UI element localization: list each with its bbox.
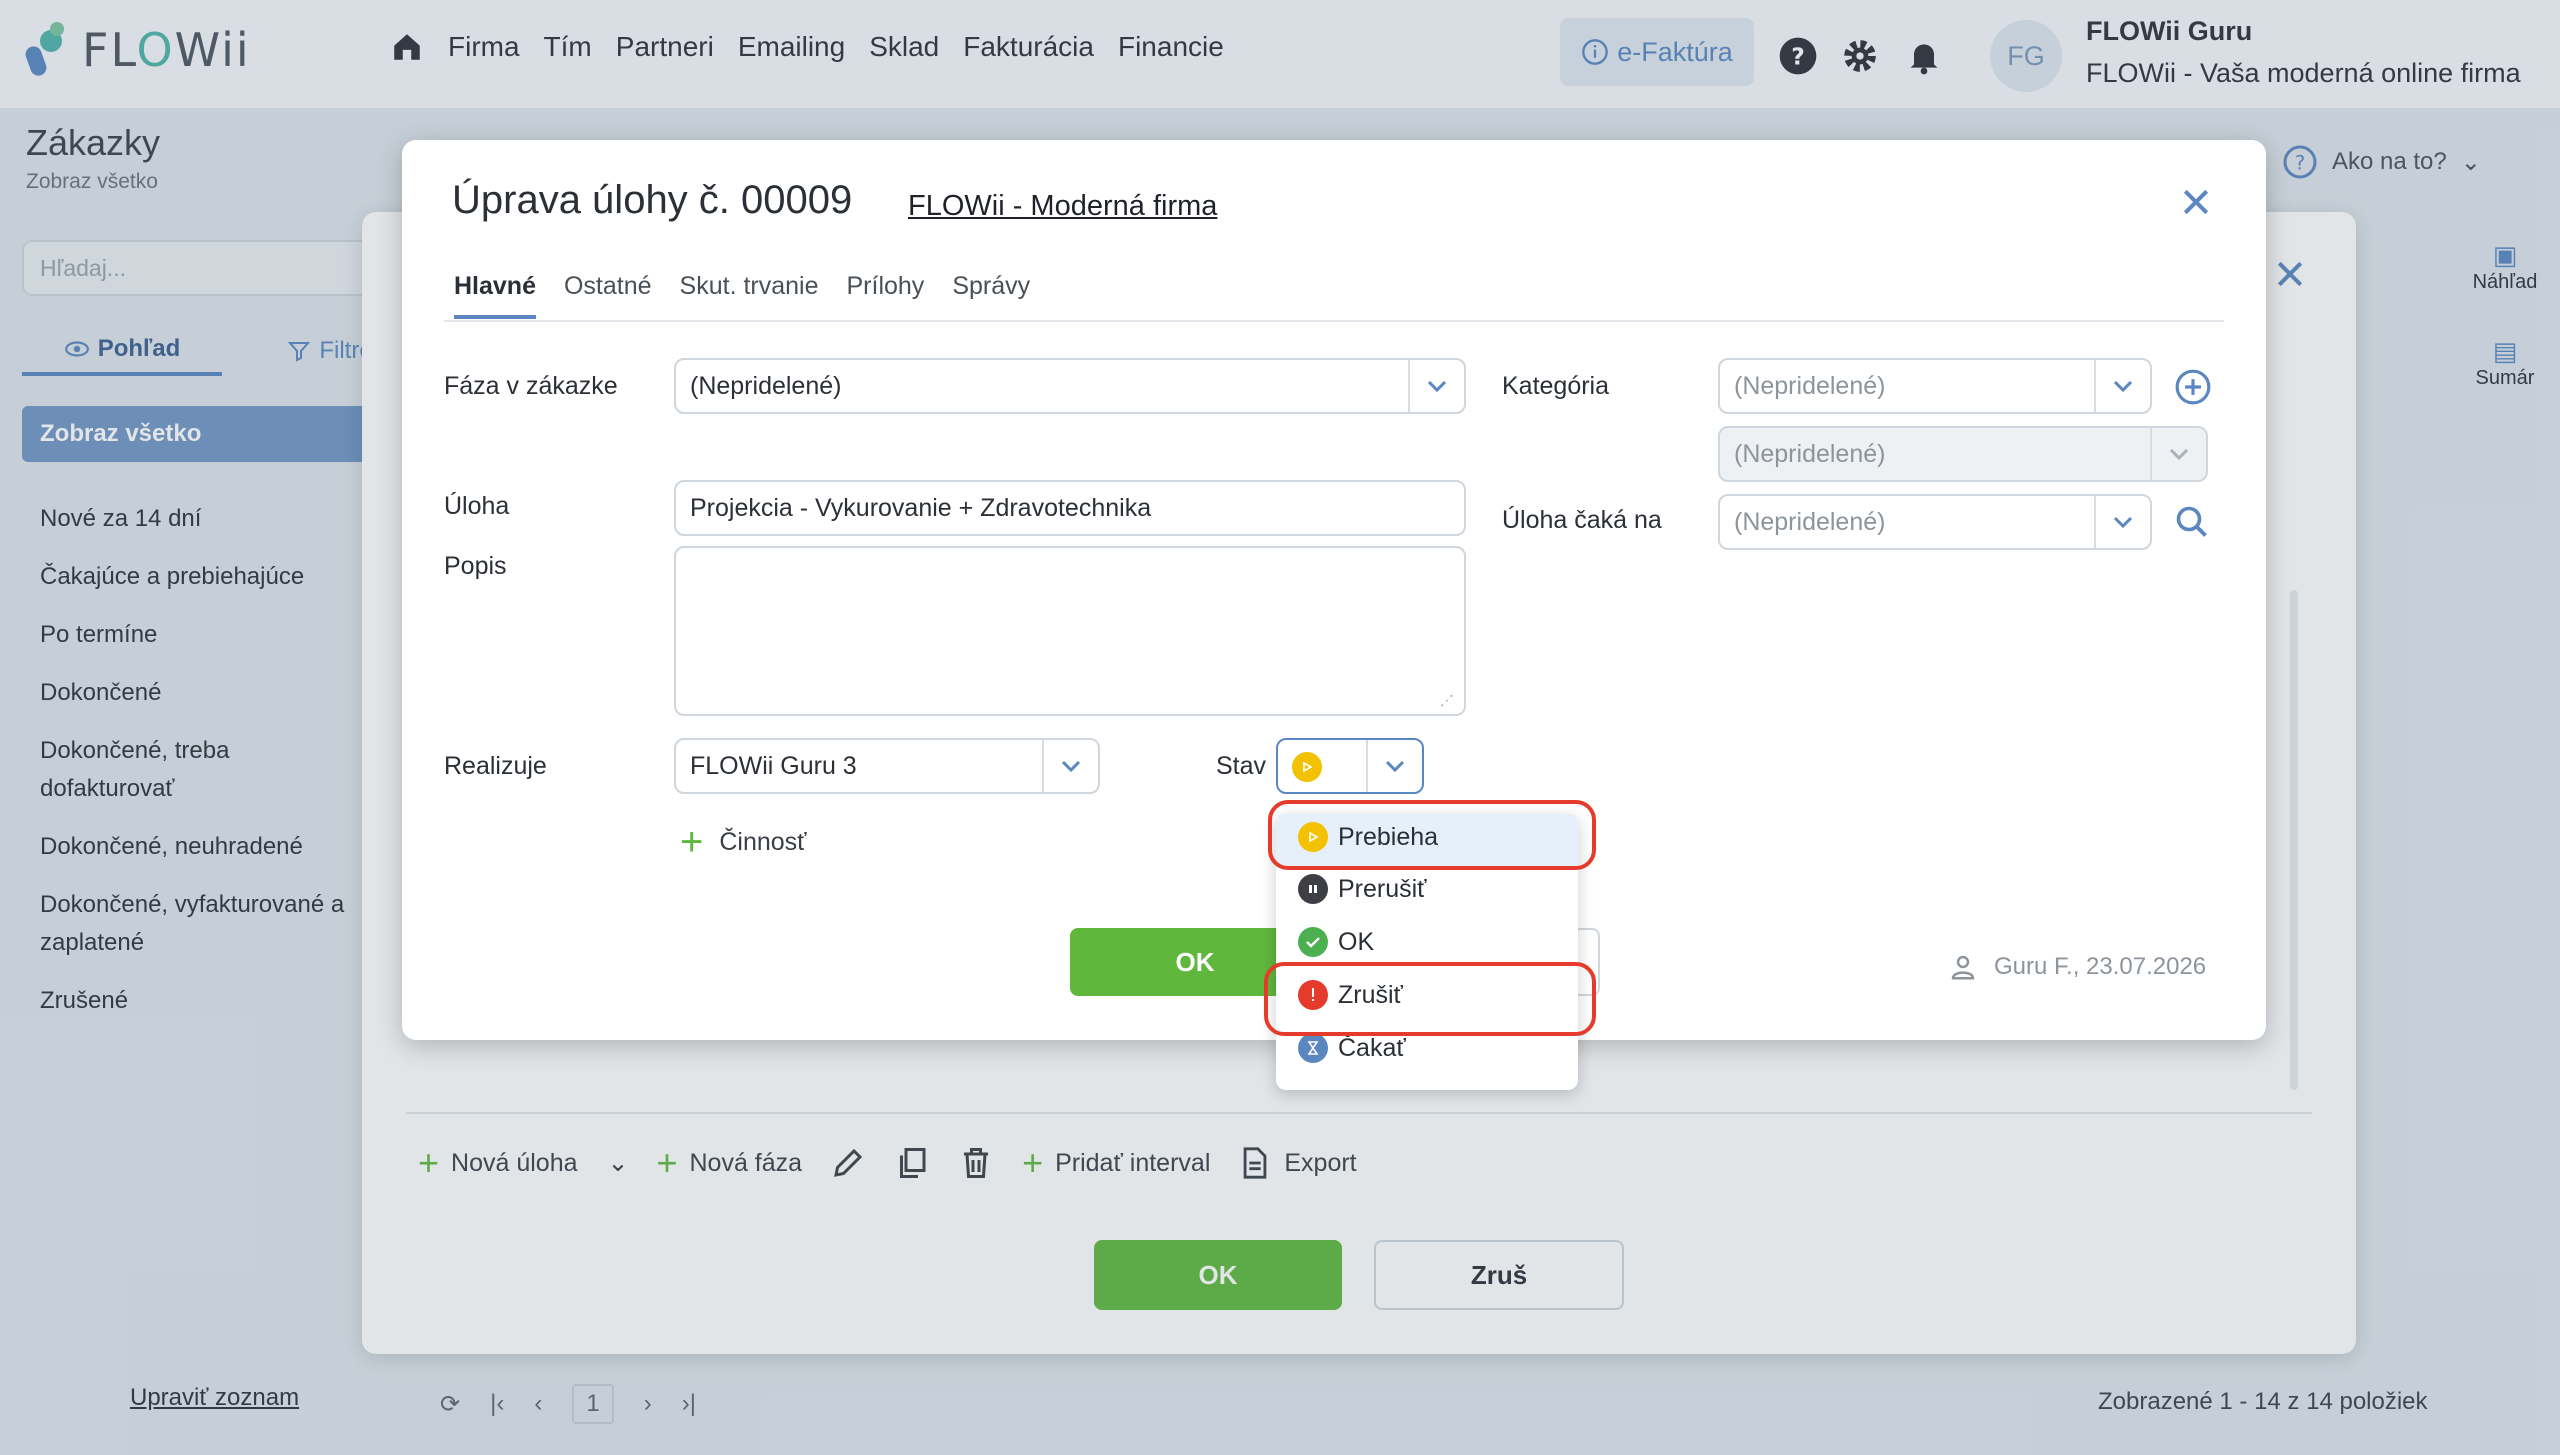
description-textarea[interactable] bbox=[674, 546, 1466, 716]
add-category-icon[interactable] bbox=[2174, 368, 2212, 406]
play-icon bbox=[1292, 751, 1322, 782]
add-activity-button[interactable]: + Činnosť bbox=[680, 820, 807, 865]
chevron-down-icon bbox=[1366, 740, 1422, 792]
tab-attachments[interactable]: Prílohy bbox=[847, 272, 925, 319]
status-option-prerusit[interactable]: Prerušiť bbox=[1298, 874, 1427, 904]
modal-tabs: Hlavné Ostatné Skut. trvanie Prílohy Spr… bbox=[454, 272, 1030, 319]
resize-handle-icon[interactable]: ⋰ bbox=[1440, 692, 1454, 709]
status-option-cakat[interactable]: Čakať bbox=[1298, 1033, 1406, 1063]
waits-for-select[interactable]: (Nepridelené) bbox=[1718, 494, 2152, 550]
category-label: Kategória bbox=[1502, 372, 1610, 400]
project-link[interactable]: FLOWii - Moderná firma bbox=[908, 190, 1217, 223]
chevron-down-icon bbox=[2150, 428, 2206, 480]
divider bbox=[444, 320, 2224, 322]
user-icon bbox=[1951, 955, 1975, 980]
chevron-down-icon bbox=[1408, 360, 1464, 412]
tab-messages[interactable]: Správy bbox=[952, 272, 1030, 319]
close-icon[interactable] bbox=[2180, 186, 2212, 218]
state-select[interactable] bbox=[1276, 738, 1424, 794]
task-label: Úloha bbox=[444, 492, 510, 520]
tab-other[interactable]: Ostatné bbox=[564, 272, 652, 319]
assignee-label: Realizuje bbox=[444, 752, 547, 780]
chevron-down-icon bbox=[1042, 740, 1098, 792]
modified-info: Guru F., 23.07.2026 bbox=[1948, 952, 2206, 982]
chevron-down-icon bbox=[2094, 360, 2150, 412]
hourglass-icon bbox=[1298, 1033, 1328, 1063]
phase-select[interactable]: (Nepridelené) bbox=[674, 358, 1466, 414]
highlight-ring bbox=[1268, 800, 1596, 870]
phase-label: Fáza v zákazke bbox=[444, 372, 618, 400]
check-icon bbox=[1298, 927, 1328, 957]
waits-for-label: Úloha čaká na bbox=[1502, 506, 1662, 534]
chevron-down-icon bbox=[2094, 496, 2150, 548]
state-label: Stav bbox=[1216, 752, 1267, 780]
pause-icon bbox=[1298, 874, 1328, 904]
subcategory-select: (Nepridelené) bbox=[1718, 426, 2208, 482]
tab-actual-duration[interactable]: Skut. trvanie bbox=[680, 272, 819, 319]
plus-icon: + bbox=[680, 820, 704, 864]
highlight-ring bbox=[1264, 962, 1596, 1036]
assignee-select[interactable]: FLOWii Guru 3 bbox=[674, 738, 1100, 794]
search-icon[interactable] bbox=[2174, 504, 2210, 540]
status-option-ok[interactable]: OK bbox=[1298, 927, 1374, 957]
task-name-input[interactable]: Projekcia - Vykurovanie + Zdravotechnika bbox=[674, 480, 1466, 536]
category-select[interactable]: (Nepridelené) bbox=[1718, 358, 2152, 414]
modal-title: Úprava úlohy č. 00009 bbox=[452, 178, 853, 222]
tab-main[interactable]: Hlavné bbox=[454, 272, 536, 319]
description-label: Popis bbox=[444, 552, 507, 580]
